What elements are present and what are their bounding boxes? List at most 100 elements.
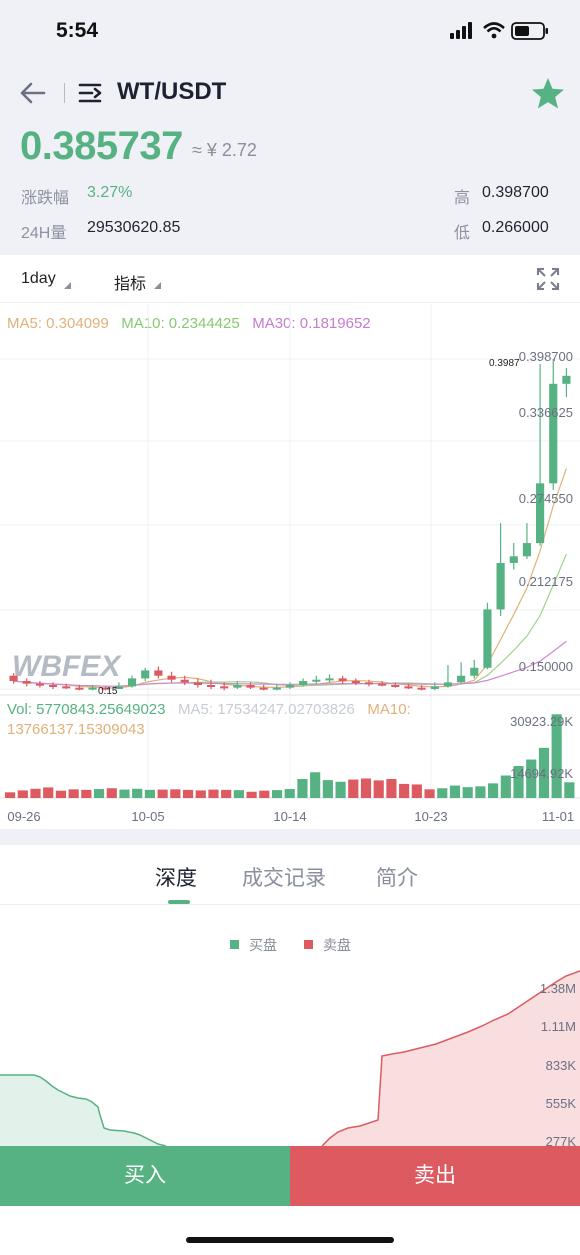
indicator-dropdown-icon [154,282,161,289]
candle-body [206,685,216,688]
sell-legend: 卖盘 [323,937,351,953]
candle-body [562,375,571,384]
tab-trades[interactable]: 成交记录 [242,862,326,892]
volume-bar [271,790,283,798]
candle-body [378,683,387,686]
volume-bar [55,790,67,798]
volume-bar [132,788,143,798]
sell-button[interactable]: 卖出 [290,1146,580,1206]
candle-body [338,678,347,682]
candle-body [62,686,71,689]
price-axis-label: 0.336625 [519,405,573,420]
volume-bar [411,784,422,798]
back-arrow-icon[interactable] [18,78,48,108]
volume-bar [182,789,194,798]
depth-axis-label: 833K [546,1058,577,1073]
candle-body [364,682,374,685]
signal-wifi-battery-icon [450,22,548,40]
volume-bar [360,778,372,798]
candle-body [141,670,150,679]
date-axis-label: 09-26 [7,809,40,824]
buy-button[interactable]: 买入 [0,1146,290,1206]
depth-chart[interactable]: 1.38M 1.11M 833K 555K 277K [0,960,580,1146]
candle-body [457,675,466,683]
candle-body [496,562,505,610]
candle-body [220,686,229,689]
volume-bar [475,786,486,798]
volume-bar [30,788,41,798]
vol-ma10-label: MA10: [367,701,411,718]
volume-bar [335,781,346,798]
sell-legend-swatch [304,940,313,949]
depth-axis-label: 555K [546,1096,577,1111]
low-value: 0.266000 [482,219,549,236]
candle-body [154,670,163,676]
candle-body [75,687,84,690]
favorite-star-icon[interactable] [530,76,566,112]
indicator-select[interactable]: 指标 [114,270,146,294]
depth-axis-label: 1.38M [540,981,576,996]
date-axis-label: 10-23 [414,809,447,824]
candle-body [417,687,426,690]
candle-body [351,681,360,684]
candle-body [22,681,31,684]
price-axis-label: 0.398700 [519,349,573,364]
candle-body [9,675,18,682]
candle-body [48,685,58,688]
fullscreen-icon[interactable] [536,267,560,291]
volume-bar [488,783,499,798]
tab-depth[interactable]: 深度 [155,862,197,892]
ticker-header: 5:54 WT/USDT 0.385737 ≈ ¥ 2.72 涨跌幅 3.27%… [0,0,580,255]
low-label: 低 [454,225,471,242]
candle-body [325,678,334,681]
max-price-marker: 0.3987 [489,358,520,369]
volume-bar [68,789,79,798]
volume-bar [449,785,461,798]
kline-chart[interactable]: WBFEX 0.398700 0.336625 0.274550 0.212175 0.… [0,304,580,829]
date-axis-label: 10-05 [131,809,164,824]
price-cny: ≈ ¥ 2.72 [192,140,257,160]
candle-body [88,687,97,690]
volume-bar [195,790,206,798]
volume-bar [284,789,295,798]
date-axis-label: 11-01 [542,809,574,824]
buy-legend-swatch [230,940,239,949]
watermark-logo: WBFEX [12,650,122,683]
candle-body [443,682,453,687]
high-value: 0.398700 [482,184,549,201]
volume-axis-label: 14694.92K [510,766,573,781]
pair-title[interactable]: WT/USDT [117,78,226,106]
volume-bar [246,791,257,798]
volume-bar [386,779,397,798]
volume-bar [348,779,359,798]
candle-body [35,683,44,686]
volume-bar [297,779,308,798]
volume-bar [106,788,117,798]
volume-bar [399,783,410,798]
volume-value: 29530620.85 [87,219,181,236]
volume-bar [119,789,130,798]
volume-bar [259,790,270,798]
volume-bar [208,789,219,798]
depth-axis-label: 1.11M [541,1019,576,1034]
market-list-icon[interactable] [78,80,104,106]
candle-body [549,383,558,484]
volume-bar [157,789,168,798]
candle-body [233,685,242,688]
candle-body [167,675,176,680]
vol-ma10-value: 13766137.15309043 [7,721,145,738]
candle-body [193,682,202,686]
candle-body [246,685,255,688]
volume-legend: Vol: 5770843.25649023 MA5: 17534247.0270… [7,700,577,740]
candle-body [522,543,532,557]
price-axis-label: 0.150000 [519,659,573,674]
volume-bar [310,772,321,798]
volume-bar [5,792,16,798]
candle-body [272,687,281,690]
interval-select[interactable]: 1day [21,270,56,288]
candle-body [127,678,137,687]
status-time: 5:54 [56,19,99,42]
tab-intro[interactable]: 简介 [376,862,418,892]
volume-bar [437,788,448,798]
candle-body [299,681,308,686]
